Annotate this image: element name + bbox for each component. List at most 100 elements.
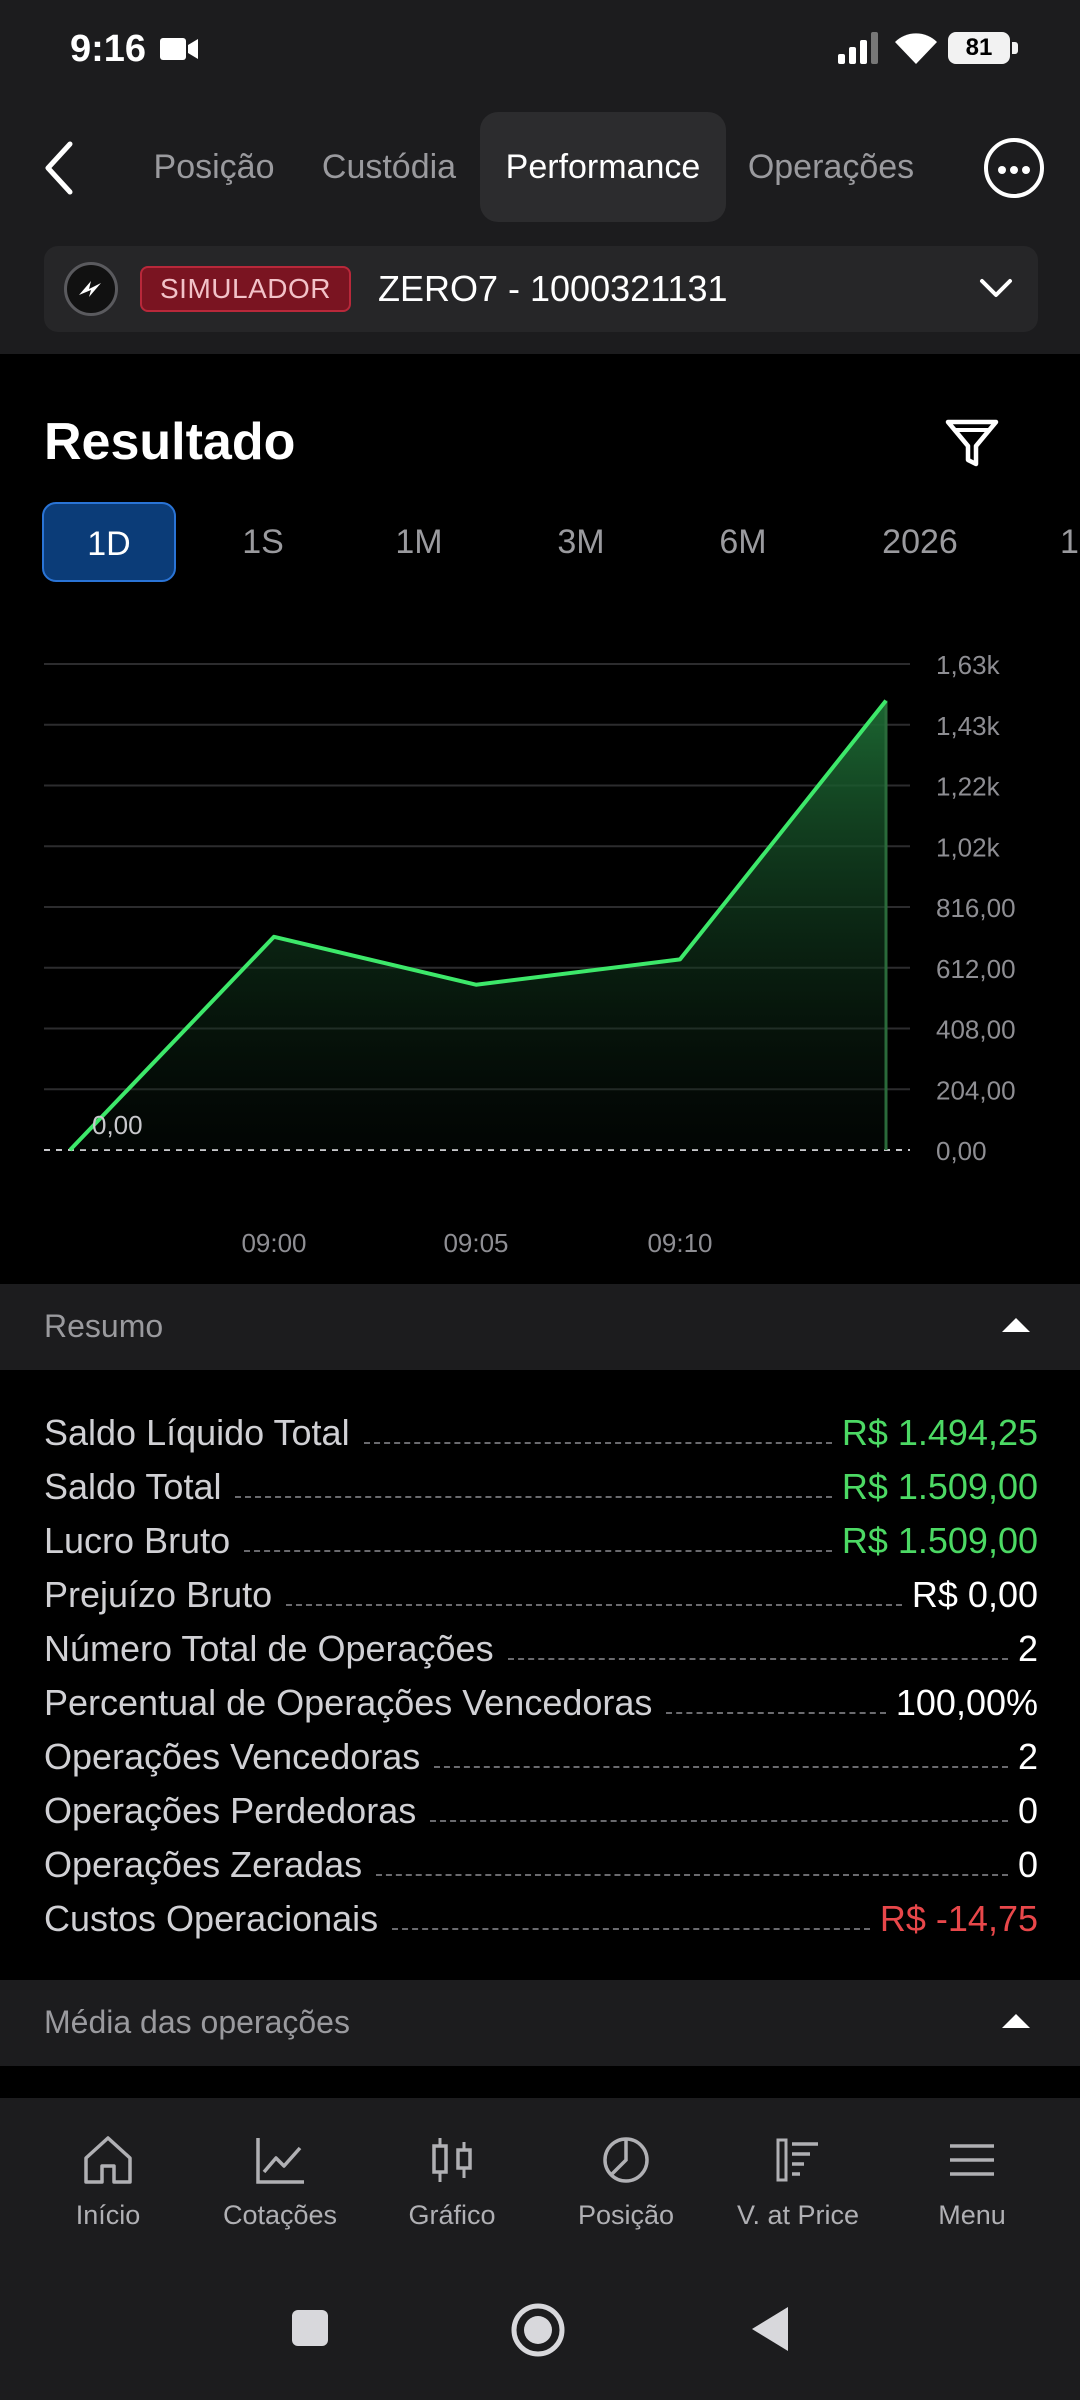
nav-label: Menu (938, 2200, 1006, 2230)
nav-inicio[interactable]: Início (22, 2132, 194, 2252)
nav-posicao[interactable]: Posição (540, 2132, 712, 2252)
simulator-badge: SIMULADOR (140, 266, 351, 312)
menu-icon (950, 2144, 994, 2176)
summary-row-label: Saldo Líquido Total (44, 1412, 350, 1453)
summary-row-label: Operações Perdedoras (44, 1790, 417, 1831)
summary-row-value: 100,00% (895, 1682, 1038, 1723)
summary-row-value: 0 (1017, 1844, 1038, 1885)
back-arrow-icon[interactable] (40, 138, 80, 198)
chart-area (70, 700, 886, 1150)
status-bar: 9:16 81 (0, 0, 1080, 100)
volume-price-icon (776, 2138, 818, 2182)
summary-row-value: 2 (1017, 1736, 1038, 1777)
y-tick-label: 204,00 (936, 1075, 1016, 1105)
video-camera-icon (160, 38, 198, 60)
dotted-leader (235, 1496, 832, 1498)
y-tick-label: 1,63k (936, 650, 1001, 680)
summary-row-label: Operações Zeradas (44, 1844, 363, 1885)
summary-row-label: Prejuízo Bruto (44, 1574, 273, 1615)
page-title: Resultado (44, 413, 296, 471)
nav-cotacoes[interactable]: Cotações (194, 2132, 366, 2252)
account-name: ZERO7 - 1000321131 (378, 268, 728, 309)
home-button-icon[interactable] (510, 2302, 566, 2358)
home-icon (84, 2136, 132, 2184)
y-tick-label: 1,02k (936, 832, 1001, 862)
summary-row-label: Custos Operacionais (44, 1898, 379, 1939)
summary-row: Operações Perdedoras 0 (44, 1778, 1038, 1832)
caret-up-icon (1002, 1318, 1030, 1332)
tab-operacoes[interactable]: Operações (738, 112, 924, 222)
summary-row: Número Total de Operações 2 (44, 1616, 1038, 1670)
summary-row-value: 0 (1017, 1790, 1038, 1831)
tab-performance[interactable]: Performance (480, 112, 726, 222)
summary-row-label: Saldo Total (44, 1466, 222, 1507)
tab-custodia[interactable]: Custódia (308, 112, 470, 222)
period-more[interactable]: 1 (1060, 502, 1080, 582)
dotted-leader (286, 1604, 902, 1606)
nav-label: Gráfico (408, 2200, 496, 2230)
dotted-leader (392, 1928, 870, 1930)
candles-icon (432, 2138, 472, 2182)
x-tick-label: 09:10 (647, 1228, 712, 1258)
summary-row-value: R$ 1.509,00 (841, 1520, 1038, 1561)
start-value-label: 0,00 (92, 1110, 143, 1140)
nav-label: Posição (577, 2200, 675, 2230)
summary-list: Saldo Líquido Total R$ 1.494,25 Saldo Tota… (44, 1400, 1038, 1940)
nav-volume-at-price[interactable]: V. at Price (712, 2132, 884, 2252)
dotted-leader (666, 1712, 886, 1714)
pie-icon (603, 2137, 649, 2183)
more-options-icon[interactable] (984, 138, 1044, 198)
dotted-leader (363, 1442, 832, 1444)
nav-label: Cotações (222, 2200, 338, 2230)
summary-row-value: R$ 1.509,00 (841, 1466, 1038, 1507)
summary-row-label: Lucro Bruto (44, 1520, 231, 1561)
summary-row-label: Número Total de Operações (44, 1628, 494, 1669)
period-2026[interactable]: 2026 (850, 502, 990, 582)
summary-row-value: 2 (1017, 1628, 1038, 1669)
x-tick-label: 09:05 (443, 1228, 508, 1258)
average-header-label: Média das operações (44, 2004, 350, 2040)
nav-label: V. at Price (736, 2200, 860, 2230)
nav-grafico[interactable]: Gráfico (366, 2132, 538, 2252)
y-tick-label: 612,00 (936, 954, 1016, 984)
caret-up-icon (1002, 2014, 1030, 2028)
summary-row: Saldo Total R$ 1.509,00 (44, 1454, 1038, 1508)
signal-icon (838, 32, 878, 64)
nav-menu[interactable]: Menu (886, 2132, 1058, 2252)
average-header[interactable]: Média das operações (0, 1980, 1080, 2066)
status-time: 9:16 (70, 28, 147, 70)
period-1d[interactable]: 1D (42, 502, 176, 582)
summary-row-value: R$ 1.494,25 (841, 1412, 1038, 1453)
y-tick-label: 816,00 (936, 893, 1016, 923)
dotted-leader (244, 1550, 832, 1552)
summary-row: Saldo Líquido Total R$ 1.494,25 (44, 1400, 1038, 1454)
system-back-icon[interactable] (748, 2304, 792, 2354)
summary-row: Operações Vencedoras 2 (44, 1724, 1038, 1778)
period-3m[interactable]: 3M (514, 502, 648, 582)
section-tabs: Posição Custódia Performance Operações (0, 112, 1080, 222)
battery-indicator: 81 (948, 32, 1018, 64)
period-1s[interactable]: 1S (196, 502, 330, 582)
account-selector[interactable]: SIMULADOR ZERO7 - 1000321131 (44, 246, 1038, 332)
dotted-leader (376, 1874, 1008, 1876)
summary-row: Lucro Bruto R$ 1.509,00 (44, 1508, 1038, 1562)
trend-icon (256, 2138, 304, 2184)
filter-icon[interactable] (944, 416, 1000, 472)
period-1m[interactable]: 1M (352, 502, 486, 582)
tab-posicao[interactable]: Posição (136, 112, 292, 222)
recents-icon[interactable] (290, 2308, 330, 2348)
bottom-nav: Início Cotações Gráfico Posição V. at Pr… (0, 2098, 1080, 2400)
summary-header[interactable]: Resumo (0, 1284, 1080, 1370)
summary-row-value: R$ -14,75 (879, 1898, 1038, 1939)
y-tick-label: 408,00 (936, 1015, 1016, 1045)
top-bar: 9:16 81 Posição Custódia Performance Ope… (0, 0, 1080, 354)
chevron-down-icon (980, 279, 1012, 297)
summary-row: Custos Operacionais R$ -14,75 (44, 1886, 1038, 1940)
y-tick-label: 0,00 (936, 1136, 987, 1166)
dotted-leader (434, 1766, 1008, 1768)
summary-row: Operações Zeradas 0 (44, 1832, 1038, 1886)
broker-logo-icon (64, 262, 118, 316)
dotted-leader (430, 1820, 1008, 1822)
period-6m[interactable]: 6M (676, 502, 810, 582)
dotted-leader (507, 1658, 1008, 1660)
